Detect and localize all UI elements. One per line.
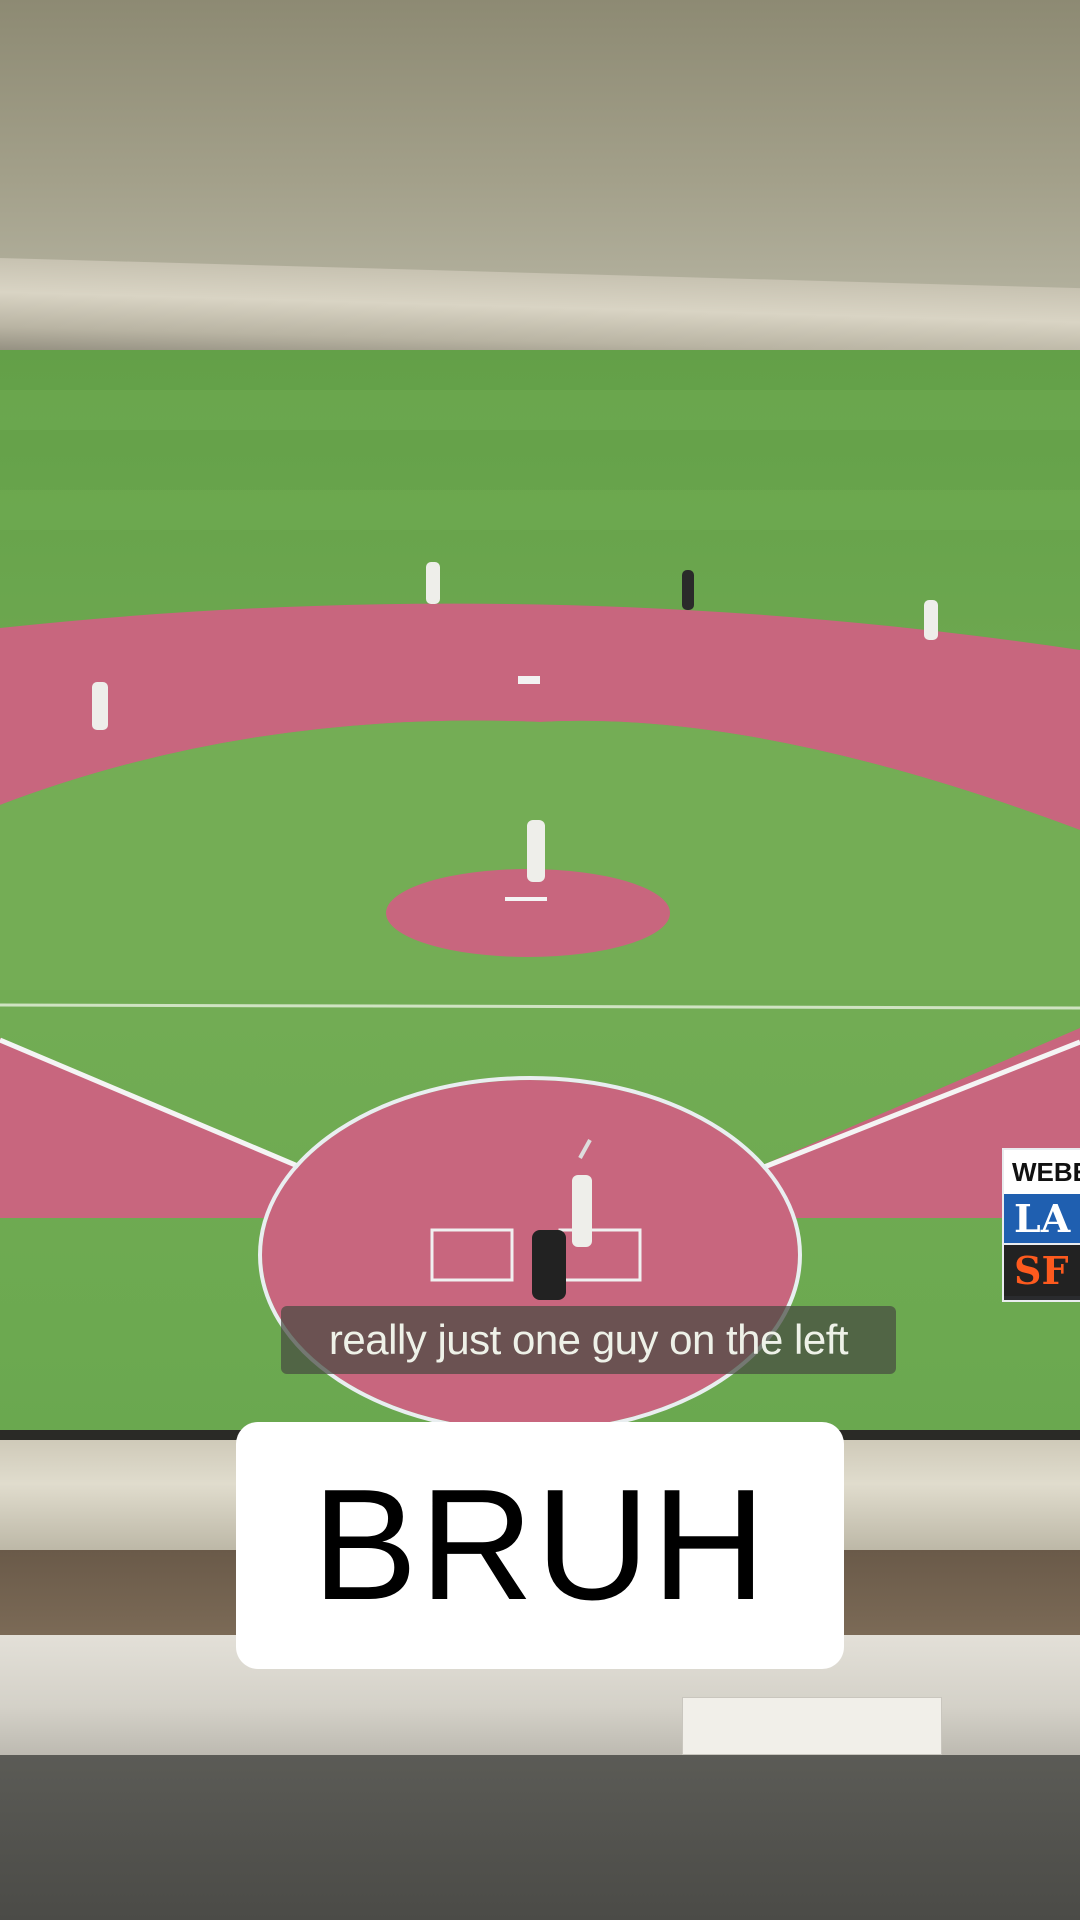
- player-third-baseman: [92, 682, 108, 730]
- giants-logo: SF: [1014, 1248, 1069, 1293]
- text-overlay-card: BRUH: [236, 1422, 844, 1669]
- scorebug-team-giants: SF: [1004, 1245, 1080, 1296]
- grass-stripe: [0, 490, 1080, 530]
- closed-caption: really just one guy on the left: [281, 1306, 896, 1374]
- player-batter: [572, 1175, 592, 1247]
- dodgers-logo: LA: [1014, 1196, 1071, 1241]
- scorebug-player-name: WEBE: [1004, 1150, 1080, 1194]
- photo-scene: WEBE LA SF really just one guy on the le…: [0, 0, 1080, 1920]
- scorebug-team-dodgers: LA: [1004, 1194, 1080, 1245]
- player-second-baseman: [426, 562, 440, 604]
- home-plate-area: [262, 1080, 798, 1430]
- umpire-field: [682, 570, 694, 610]
- lower-wall: [0, 1755, 1080, 1920]
- baseball-field: [0, 350, 1080, 1440]
- tv-screen: [0, 350, 1080, 1440]
- wall: [0, 0, 1080, 300]
- player-catcher-umpire: [532, 1230, 566, 1300]
- player-first-baseman: [924, 600, 938, 640]
- second-base: [518, 676, 540, 684]
- caption-text: really just one guy on the left: [328, 1316, 849, 1363]
- player-pitcher: [527, 820, 545, 882]
- overlay-text: BRUH: [312, 1457, 768, 1633]
- grass-stripe: [0, 390, 1080, 430]
- scorebug: WEBE LA SF: [1002, 1148, 1080, 1302]
- pitching-rubber: [505, 897, 547, 901]
- mantel-plaque: [682, 1697, 942, 1755]
- pitchers-mound: [386, 869, 670, 957]
